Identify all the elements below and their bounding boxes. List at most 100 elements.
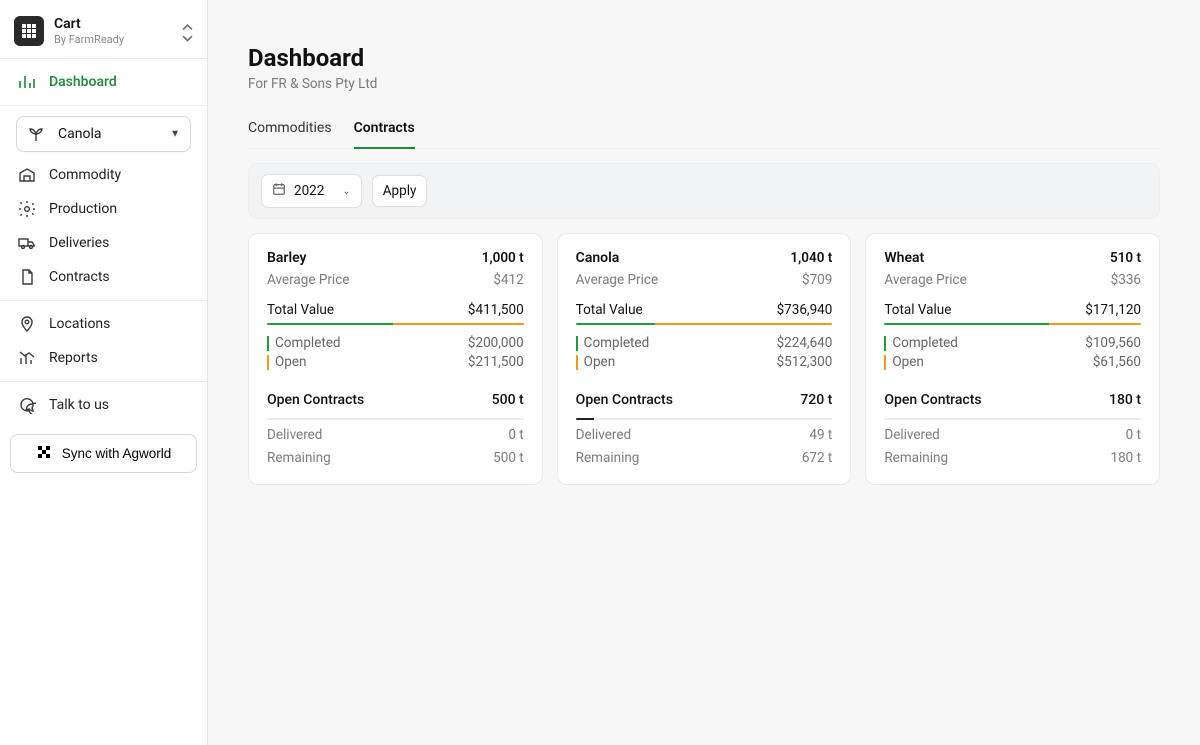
completed-value: $109,560 (1085, 335, 1141, 351)
delivery-progress-bar (267, 418, 524, 420)
completed-value: $200,000 (468, 335, 524, 351)
nav-locations[interactable]: Locations (8, 307, 199, 341)
avg-price-value: $709 (802, 272, 832, 288)
value-progress-bar (884, 323, 1141, 325)
total-value: $411,500 (468, 302, 524, 318)
up-down-chevron-icon (182, 22, 193, 44)
open-label: Open (884, 354, 923, 370)
chevron-down-icon: ⌄ (342, 186, 350, 197)
pin-icon (18, 315, 36, 333)
total-value-label: Total Value (576, 302, 643, 318)
avg-price-value: $336 (1111, 272, 1141, 288)
open-value: $61,560 (1093, 354, 1141, 370)
open-contracts-label: Open Contracts (267, 392, 364, 408)
delivery-progress-bar (884, 418, 1141, 420)
avg-price-label: Average Price (884, 272, 966, 288)
nav-label: Production (49, 201, 117, 217)
card-commodity-name: Canola (576, 250, 620, 266)
nav-label: Commodity (49, 167, 121, 183)
apply-button[interactable]: Apply (372, 175, 428, 207)
sync-agworld-button[interactable]: Sync with Agworld (10, 434, 197, 473)
completed-label: Completed (267, 335, 341, 351)
avg-price-value: $412 (493, 272, 523, 288)
nav-contracts[interactable]: Contracts (8, 260, 199, 294)
nav-label: Contracts (49, 269, 110, 285)
nav-production[interactable]: Production (8, 192, 199, 226)
caret-down-icon: ▼ (170, 129, 180, 140)
brand-switcher[interactable]: Cart By FarmReady (0, 10, 207, 58)
document-icon (18, 268, 36, 286)
card-commodity-name: Barley (267, 250, 306, 266)
remaining-value: 180 t (1110, 450, 1141, 466)
open-contracts-value: 500 t (492, 392, 524, 408)
nav-label: Deliveries (49, 235, 109, 251)
chat-icon (18, 396, 36, 414)
commodity-card: Wheat 510 t Average Price $336 Total Val… (865, 233, 1160, 485)
nav-commodity[interactable]: Commodity (8, 158, 199, 192)
nav-talk-to-us[interactable]: Talk to us (8, 388, 199, 422)
warehouse-icon (18, 166, 36, 184)
dashboard-tabs: Commodities Contracts (248, 112, 1160, 149)
avg-price-label: Average Price (267, 272, 349, 288)
avg-price-label: Average Price (576, 272, 658, 288)
gear-icon (18, 200, 36, 218)
sidebar: Cart By FarmReady Dashboard Canola ▼ Com… (0, 0, 208, 745)
page-title: Dashboard (248, 44, 1160, 72)
remaining-value: 500 t (493, 450, 524, 466)
completed-label: Completed (576, 335, 650, 351)
total-value: $736,940 (777, 302, 833, 318)
card-tons: 1,000 t (482, 250, 524, 266)
sync-label: Sync with Agworld (62, 446, 172, 461)
truck-icon (18, 234, 36, 252)
delivered-value: 0 t (1126, 427, 1141, 443)
open-value: $211,500 (468, 354, 524, 370)
delivered-label: Delivered (576, 427, 631, 443)
main-content: Dashboard For FR & Sons Pty Ltd Commodit… (208, 0, 1200, 745)
brand-name: Cart (54, 16, 124, 33)
bar-chart-icon (18, 73, 36, 91)
total-value-label: Total Value (267, 302, 334, 318)
year-select[interactable]: 2022 ⌄ (261, 174, 362, 208)
card-tons: 1,040 t (790, 250, 832, 266)
remaining-label: Remaining (576, 450, 640, 466)
delivery-progress-bar (576, 418, 833, 420)
open-contracts-value: 720 t (800, 392, 832, 408)
open-contracts-value: 180 t (1109, 392, 1141, 408)
delivered-label: Delivered (884, 427, 939, 443)
nav-label: Reports (49, 350, 98, 366)
commodity-select-value: Canola (58, 126, 101, 142)
sprout-icon (27, 125, 45, 143)
page-subtitle: For FR & Sons Pty Ltd (248, 76, 1160, 92)
commodity-cards-row: Barley 1,000 t Average Price $412 Total … (248, 233, 1160, 485)
completed-value: $224,640 (777, 335, 833, 351)
analytics-icon (18, 349, 36, 367)
value-progress-bar (267, 323, 524, 325)
nav-label: Dashboard (49, 74, 117, 90)
commodity-card: Barley 1,000 t Average Price $412 Total … (248, 233, 543, 485)
year-value: 2022 (294, 183, 324, 199)
tab-contracts[interactable]: Contracts (354, 112, 415, 148)
remaining-label: Remaining (267, 450, 331, 466)
open-label: Open (267, 354, 306, 370)
card-commodity-name: Wheat (884, 250, 924, 266)
nav-deliveries[interactable]: Deliveries (8, 226, 199, 260)
completed-label: Completed (884, 335, 958, 351)
nav-label: Locations (49, 316, 110, 332)
total-value-label: Total Value (884, 302, 951, 318)
nav-label: Talk to us (49, 397, 109, 413)
filter-bar: 2022 ⌄ Apply (248, 163, 1160, 219)
commodity-select[interactable]: Canola ▼ (16, 116, 191, 152)
app-logo-icon (14, 16, 44, 46)
delivered-value: 49 t (809, 427, 832, 443)
commodity-card: Canola 1,040 t Average Price $709 Total … (557, 233, 852, 485)
remaining-label: Remaining (884, 450, 948, 466)
open-contracts-label: Open Contracts (884, 392, 981, 408)
brand-subtitle: By FarmReady (54, 33, 124, 46)
value-progress-bar (576, 323, 833, 325)
nav-dashboard[interactable]: Dashboard (8, 65, 199, 99)
delivered-value: 0 t (508, 427, 523, 443)
tab-commodities[interactable]: Commodities (248, 112, 332, 148)
open-contracts-label: Open Contracts (576, 392, 673, 408)
open-label: Open (576, 354, 615, 370)
nav-reports[interactable]: Reports (8, 341, 199, 375)
